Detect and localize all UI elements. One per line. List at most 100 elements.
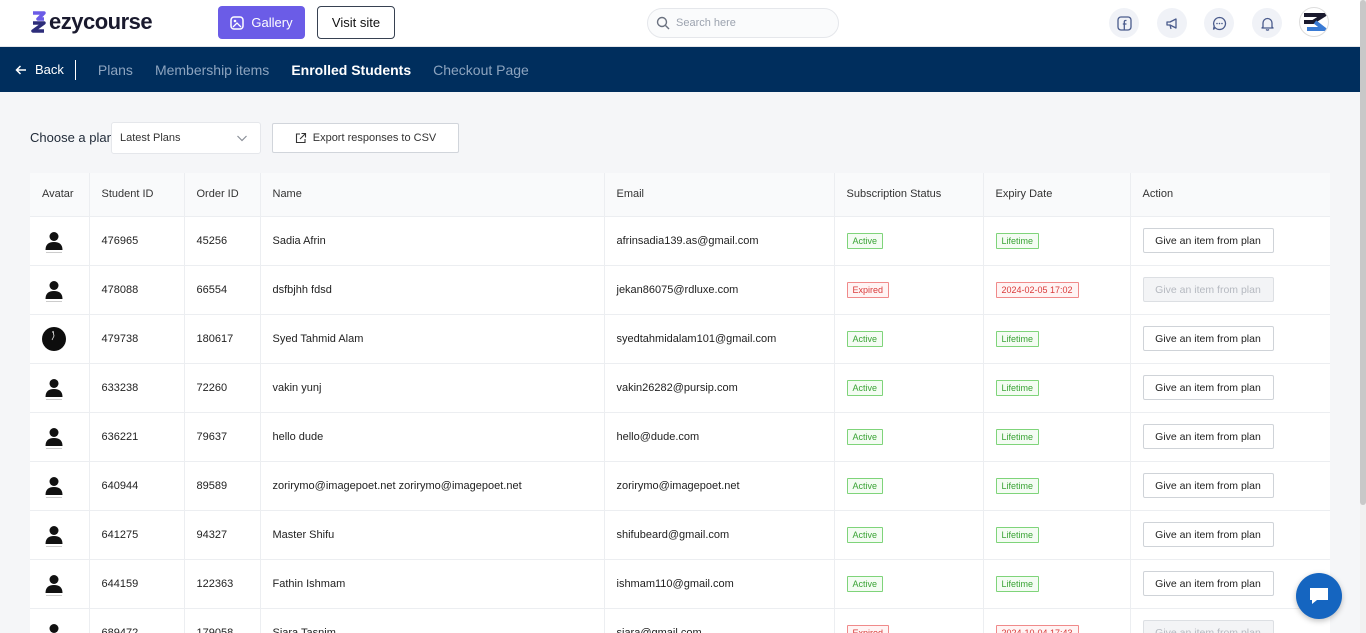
student-id: 640944 — [89, 461, 185, 511]
logo[interactable]: ezycourse — [30, 9, 153, 35]
student-avatar — [42, 425, 89, 449]
nav-link-membership-items[interactable]: Membership items — [155, 62, 269, 78]
action-cell: Give an item from plan — [1130, 461, 1330, 511]
column-header-subscription-status: Subscription Status — [834, 173, 984, 217]
give-item-button[interactable]: Give an item from plan — [1142, 571, 1274, 596]
scrollbar-thumb[interactable] — [1360, 0, 1366, 505]
give-item-button[interactable]: Give an item from plan — [1142, 375, 1274, 400]
table-row: 641275 94327 Master Shifu shifubeard@gmail.… — [30, 510, 1330, 560]
give-item-button[interactable]: Give an item from plan — [1142, 620, 1274, 633]
status-badge: Expired — [846, 624, 890, 633]
give-item-button[interactable]: Give an item from plan — [1142, 326, 1274, 351]
chat-icon — [1310, 588, 1328, 604]
arrow-left-icon — [15, 64, 26, 75]
give-item-button[interactable]: Give an item from plan — [1142, 228, 1274, 253]
table-row: 640944 89589 zorirymo@imagepoet.net zoriry… — [30, 461, 1330, 511]
student-name: Fathin Ishmam — [260, 559, 605, 609]
give-item-button[interactable]: Give an item from plan — [1142, 424, 1274, 449]
chat-widget-button[interactable] — [1296, 573, 1342, 619]
column-header-name: Name — [260, 173, 605, 217]
expiry-cell: Lifetime — [983, 412, 1131, 462]
status-badge: Active — [846, 526, 884, 543]
ez-logo-icon — [1304, 13, 1327, 31]
page-scrollbar[interactable] — [1360, 0, 1366, 633]
column-header-student-id: Student ID — [89, 173, 185, 217]
status-cell: Active — [834, 314, 984, 364]
export-csv-button[interactable]: Export responses to CSV — [272, 123, 459, 153]
give-item-button[interactable]: Give an item from plan — [1142, 277, 1274, 302]
visit-site-label: Visit site — [331, 15, 381, 30]
notifications-button[interactable] — [1252, 8, 1282, 38]
megaphone-icon — [1165, 17, 1177, 29]
nav-link-checkout-page[interactable]: Checkout Page — [433, 62, 529, 78]
expiry-badge: Lifetime — [995, 379, 1040, 396]
plan-select-value: Latest Plans — [120, 132, 181, 144]
nav-link-plans[interactable]: Plans — [98, 62, 133, 78]
student-name: Syed Tahmid Alam — [260, 314, 605, 364]
status-cell: Active — [834, 461, 984, 511]
table-row: 689472 179058 Sjara Tasnim sjara@gmail.com E… — [30, 608, 1330, 633]
visit-site-button[interactable]: Visit site — [317, 6, 395, 39]
back-label: Back — [35, 62, 64, 77]
table-row: 644159 122363 Fathin Ishmam ishmam110@gmail… — [30, 559, 1330, 609]
message-icon — [1212, 16, 1226, 30]
search-box[interactable] — [647, 8, 839, 38]
messages-button[interactable] — [1204, 8, 1234, 38]
order-id: 179058 — [184, 608, 261, 633]
expiry-cell: 2024-10-04 17:43 — [983, 608, 1131, 633]
student-id: 633238 — [89, 363, 185, 413]
student-name: zorirymo@imagepoet.net zorirymo@imagepoe… — [260, 461, 605, 511]
student-email: syedtahmidalam101@gmail.com — [604, 314, 835, 364]
facebook-button[interactable] — [1109, 8, 1139, 38]
order-id: 122363 — [184, 559, 261, 609]
column-header-avatar: Avatar — [30, 173, 90, 217]
gallery-button[interactable]: Gallery — [218, 6, 305, 39]
status-badge: Active — [846, 232, 884, 249]
search-input[interactable] — [676, 17, 826, 29]
order-id: 66554 — [184, 265, 261, 315]
expiry-cell: Lifetime — [983, 314, 1131, 364]
action-cell: Give an item from plan — [1130, 510, 1330, 560]
bell-icon — [1260, 17, 1274, 31]
chevron-down-icon — [237, 135, 247, 142]
gallery-label: Gallery — [251, 15, 293, 30]
avatar-cell — [30, 412, 90, 462]
top-bar: ezycourse Gallery Visit site — [0, 0, 1360, 47]
student-email: vakin26282@pursip.com — [604, 363, 835, 413]
student-name: Master Shifu — [260, 510, 605, 560]
back-button[interactable]: Back — [15, 59, 76, 80]
logo-text: ezycourse — [49, 9, 153, 34]
nav-link-enrolled-students[interactable]: Enrolled Students — [291, 62, 411, 78]
user-avatar[interactable] — [1299, 7, 1329, 37]
status-badge: Active — [846, 477, 884, 494]
column-header-email: Email — [604, 173, 835, 217]
student-id: 689472 — [89, 608, 185, 633]
enrolled-students-table: Avatar Student ID Order ID Name Email Su… — [30, 173, 1330, 633]
expiry-badge: Lifetime — [995, 232, 1040, 249]
student-avatar — [42, 278, 89, 302]
column-header-action: Action — [1130, 173, 1330, 217]
expiry-badge: Lifetime — [995, 526, 1040, 543]
facebook-icon — [1116, 15, 1132, 31]
student-name: Sjara Tasnim — [260, 608, 605, 633]
give-item-button[interactable]: Give an item from plan — [1142, 522, 1274, 547]
choose-plan-label: Choose a plan — [30, 130, 114, 145]
status-cell: Active — [834, 559, 984, 609]
plan-select[interactable]: Latest Plans — [111, 122, 261, 154]
student-avatar — [42, 621, 89, 633]
expiry-cell: Lifetime — [983, 510, 1131, 560]
status-cell: Active — [834, 216, 984, 266]
expiry-cell: 2024-02-05 17:02 — [983, 265, 1131, 315]
order-id: 180617 — [184, 314, 261, 364]
avatar-cell — [30, 314, 90, 364]
order-id: 89589 — [184, 461, 261, 511]
give-item-button[interactable]: Give an item from plan — [1142, 473, 1274, 498]
action-cell: Give an item from plan — [1130, 363, 1330, 413]
status-cell: Active — [834, 363, 984, 413]
status-badge: Active — [846, 575, 884, 592]
avatar-cell — [30, 559, 90, 609]
announcement-button[interactable] — [1157, 8, 1187, 38]
student-id: 476965 — [89, 216, 185, 266]
student-id: 641275 — [89, 510, 185, 560]
expiry-badge: Lifetime — [995, 477, 1040, 494]
